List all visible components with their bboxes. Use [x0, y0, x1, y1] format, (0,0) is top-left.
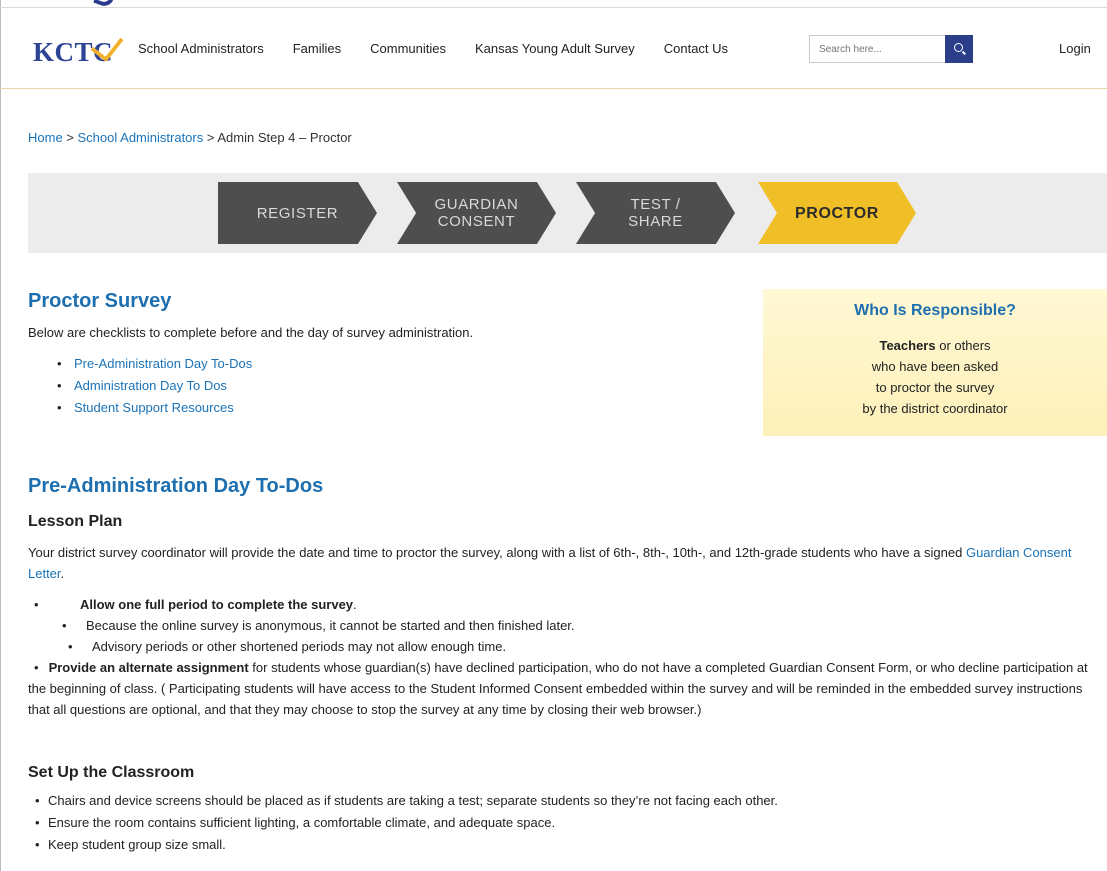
step-guardian-consent-label: GUARDIAN CONSENT	[435, 196, 519, 230]
list-item: Keep student group size small.	[28, 837, 778, 859]
paragraph-text: Your district survey coordinator will pr…	[28, 545, 966, 560]
lesson-plan-paragraph: Your district survey coordinator will pr…	[28, 542, 1098, 584]
search-button[interactable]	[945, 35, 973, 63]
callout-line1-rest: or others	[935, 338, 991, 353]
step-label-line: CONSENT	[437, 213, 516, 230]
link-pre-administration-day[interactable]: Pre-Administration Day To-Dos	[74, 356, 252, 371]
proctor-checklist-links: Pre-Administration Day To-Dos Administra…	[28, 356, 252, 422]
setup-classroom-list: Chairs and device screens should be plac…	[28, 793, 778, 859]
breadcrumb-current: Admin Step 4 – Proctor	[217, 130, 352, 145]
list-item: • Advisory periods or other shortened pe…	[68, 636, 506, 657]
step-test-share-label: TEST / SHARE	[628, 196, 683, 230]
link-student-support-resources[interactable]: Student Support Resources	[74, 400, 234, 415]
list-item: Student Support Resources	[28, 400, 252, 422]
bullet: •	[68, 639, 73, 654]
menu-item-contact-us[interactable]: Contact Us	[664, 41, 728, 56]
list-item: Pre-Administration Day To-Dos	[28, 356, 252, 378]
list-item-text: Because the online survey is anonymous, …	[86, 618, 575, 633]
list-item: Chairs and device screens should be plac…	[28, 793, 778, 815]
callout-text: Teachers or others who have been asked t…	[763, 335, 1107, 419]
bullet: •	[34, 597, 39, 612]
kctc-logo[interactable]: KCTC	[33, 27, 124, 67]
menu-item-school-administrators[interactable]: School Administrators	[138, 41, 264, 56]
admin-steps-bar: REGISTER GUARDIAN CONSENT TEST / SHARE PRO…	[28, 173, 1107, 253]
step-guardian-consent[interactable]: GUARDIAN CONSENT	[397, 182, 556, 244]
callout-bold: Teachers	[879, 338, 936, 353]
menu-item-communities[interactable]: Communities	[370, 41, 446, 56]
main-menu: School Administrators Families Communiti…	[138, 41, 757, 56]
bullet: •	[62, 618, 67, 633]
page-frame-edge	[0, 0, 1, 871]
search-input[interactable]	[809, 35, 945, 63]
bullet: •	[34, 660, 39, 675]
proctor-survey-heading: Proctor Survey	[28, 290, 172, 312]
step-register-label: REGISTER	[256, 204, 339, 222]
paragraph-text: .	[60, 566, 65, 581]
step-register[interactable]: REGISTER	[218, 182, 377, 244]
step-test-share[interactable]: TEST / SHARE	[576, 182, 735, 244]
list-item-bold: Allow one full period to complete the su…	[80, 597, 354, 612]
menu-item-families[interactable]: Families	[293, 41, 341, 56]
list-item: • Because the online survey is anonymous…	[62, 615, 575, 636]
who-is-responsible-callout: Who Is Responsible? Teachers or others w…	[763, 289, 1107, 436]
step-label-line: GUARDIAN	[434, 196, 519, 213]
login-link[interactable]: Login	[1059, 41, 1091, 56]
list-item-text: Allow one full period to complete the su…	[80, 597, 357, 612]
set-up-classroom-heading: Set Up the Classroom	[28, 764, 195, 781]
breadcrumb-home[interactable]: Home	[28, 130, 63, 145]
list-item-rest: .	[353, 597, 357, 612]
top-strip	[0, 0, 1107, 9]
callout-line2: who have been asked	[871, 359, 999, 374]
callout-title: Who Is Responsible?	[854, 302, 1016, 319]
callout-line4: by the district coordinator	[862, 401, 1008, 416]
search-icon	[954, 43, 963, 52]
search-form	[809, 35, 973, 63]
lesson-plan-heading: Lesson Plan	[28, 513, 123, 530]
breadcrumb-separator: >	[62, 130, 78, 145]
breadcrumb-school-administrators[interactable]: School Administrators	[78, 130, 204, 145]
list-item: Administration Day To Dos	[28, 378, 252, 400]
link-administration-day[interactable]: Administration Day To Dos	[74, 378, 227, 393]
breadcrumb: Home > School Administrators > Admin Ste…	[28, 130, 352, 145]
step-label-line: TEST /	[630, 196, 681, 213]
decorative-swoosh	[93, 0, 115, 9]
list-item: • Allow one full period to complete the …	[34, 594, 357, 615]
list-item: • Provide an alternate assignment for stu…	[28, 657, 1103, 720]
menu-item-kansas-young-adult-survey[interactable]: Kansas Young Adult Survey	[475, 41, 635, 56]
list-item-text: Advisory periods or other shortened peri…	[92, 639, 507, 654]
step-label-line: SHARE	[628, 213, 683, 230]
callout-line3: to proctor the survey	[875, 380, 995, 395]
step-proctor-label: PROCTOR	[795, 204, 879, 222]
proctor-intro: Below are checklists to complete before …	[28, 325, 474, 340]
list-item: Ensure the room contains sufficient ligh…	[28, 815, 778, 837]
breadcrumb-separator: >	[203, 130, 218, 145]
site-header: KCTC School Administrators Families Comm…	[0, 9, 1107, 89]
step-proctor-active[interactable]: PROCTOR	[758, 182, 916, 244]
list-item-bold: Provide an alternate assignment	[48, 660, 249, 675]
pre-administration-heading: Pre-Administration Day To-Dos	[28, 475, 324, 497]
